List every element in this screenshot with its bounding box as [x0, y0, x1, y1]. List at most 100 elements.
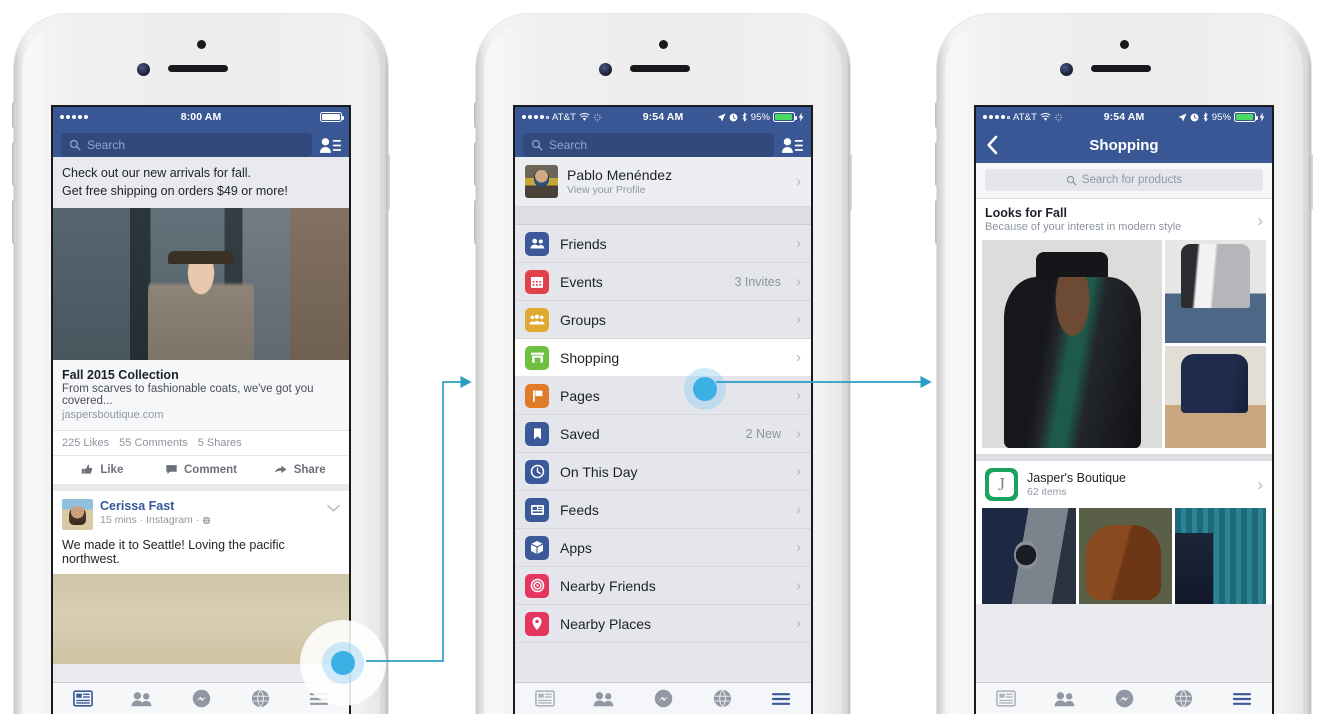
product-grid[interactable]	[976, 240, 1272, 454]
mute-switch[interactable]	[935, 102, 939, 128]
signal-strength-icon	[522, 115, 549, 119]
profile-row[interactable]: Pablo Menéndez View your Profile ›	[515, 157, 811, 207]
like-count[interactable]: 225 Likes	[62, 437, 109, 449]
like-label: Like	[100, 463, 124, 476]
menu-item-saved[interactable]: Saved 2 New ›	[515, 415, 811, 453]
shopping-content[interactable]: Search for products Looks for Fall Becau…	[976, 163, 1272, 714]
chevron-right-icon: ›	[796, 425, 801, 442]
post-author-name[interactable]: Cerissa Fast	[100, 499, 320, 513]
charging-bolt-icon	[1259, 112, 1265, 122]
product-search-input[interactable]: Search for products	[985, 169, 1263, 191]
power-button[interactable]	[386, 154, 390, 210]
status-post-card[interactable]: Cerissa Fast 15 mins · Instagram · We ma…	[53, 491, 349, 665]
chevron-right-icon: ›	[796, 615, 801, 632]
menu-item-shopping[interactable]: Shopping ›	[515, 339, 811, 377]
volume-down-button[interactable]	[935, 200, 939, 244]
product-thumb-shoes[interactable]	[1078, 508, 1173, 604]
menu-item-apps[interactable]: Apps ›	[515, 529, 811, 567]
tab-notifications[interactable]	[693, 683, 752, 714]
status-bar: 8:00 AM	[53, 107, 349, 127]
volume-up-button[interactable]	[935, 142, 939, 186]
product-thumb-watch[interactable]	[982, 508, 1076, 604]
menu-item-events[interactable]: Events 3 Invites ›	[515, 263, 811, 301]
proximity-sensor-icon	[659, 40, 668, 49]
post-options-chevron-icon[interactable]	[327, 504, 340, 513]
section-header-looks-for-fall[interactable]: Looks for Fall Because of your interest …	[976, 199, 1272, 240]
tab-friend-requests[interactable]	[112, 683, 171, 714]
menu-item-on-this-day[interactable]: On This Day ›	[515, 453, 811, 491]
tab-messenger[interactable]	[1094, 683, 1153, 714]
menu-item-feeds[interactable]: Feeds ›	[515, 491, 811, 529]
menu-section-gap	[515, 207, 811, 225]
volume-up-button[interactable]	[474, 142, 478, 186]
search-icon	[1066, 175, 1077, 186]
menu-item-groups[interactable]: Groups ›	[515, 301, 811, 339]
link-post-card[interactable]: Fall 2015 Collection From scarves to fas…	[53, 208, 349, 485]
tab-messenger[interactable]	[171, 683, 230, 714]
back-chevron-icon[interactable]	[986, 135, 998, 155]
product-image-hoodie[interactable]	[1165, 240, 1266, 343]
promo-line-2: Get free shipping on orders $49 or more!	[62, 184, 288, 199]
tab-menu[interactable]	[752, 683, 811, 714]
news-feed-list[interactable]: Check out our new arrivals for fall. Get…	[53, 157, 349, 714]
store-item-count: 62 items	[1027, 486, 1067, 498]
status-time: 9:54 AM	[1103, 111, 1145, 123]
news-feed-icon	[72, 690, 93, 707]
tap-indicator-menu[interactable]	[322, 642, 364, 684]
tab-menu[interactable]	[1213, 683, 1272, 714]
mute-switch[interactable]	[474, 102, 478, 128]
comment-button[interactable]: Comment	[152, 463, 251, 476]
power-button[interactable]	[848, 154, 852, 210]
avatar[interactable]	[525, 165, 558, 198]
product-image-henley[interactable]	[1165, 345, 1266, 448]
menu-item-pages[interactable]: Pages ›	[515, 377, 811, 415]
tab-news-feed[interactable]	[515, 683, 574, 714]
tab-messenger[interactable]	[633, 683, 692, 714]
tab-news-feed[interactable]	[53, 683, 112, 714]
battery-percent: 95%	[750, 111, 771, 123]
menu-item-nearby-places[interactable]: Nearby Places ›	[515, 605, 811, 643]
menu-item-friends[interactable]: Friends ›	[515, 225, 811, 263]
product-image-hero[interactable]	[982, 240, 1163, 448]
flag-icon	[525, 383, 549, 408]
menu-item-badge: 2 New	[745, 426, 781, 441]
like-button[interactable]: Like	[53, 463, 152, 476]
store-product-thumbnails[interactable]	[976, 508, 1272, 604]
avatar[interactable]	[62, 499, 93, 531]
friend-requests-icon[interactable]	[319, 136, 341, 155]
friends-icon	[593, 691, 614, 706]
share-button[interactable]: Share	[250, 463, 349, 476]
comment-label: Comment	[183, 463, 238, 476]
volume-down-button[interactable]	[12, 200, 16, 244]
tab-friend-requests[interactable]	[574, 683, 633, 714]
volume-down-button[interactable]	[474, 200, 478, 244]
share-count[interactable]: 5 Shares	[198, 437, 242, 449]
earpiece-speaker	[630, 65, 690, 72]
hamburger-menu-icon	[772, 692, 791, 705]
tap-indicator-shopping[interactable]	[684, 368, 726, 410]
tab-bar	[515, 682, 811, 714]
search-input[interactable]: Search	[523, 133, 774, 157]
power-button[interactable]	[1309, 154, 1313, 210]
volume-up-button[interactable]	[12, 142, 16, 186]
chevron-right-icon: ›	[796, 349, 801, 366]
comment-count[interactable]: 55 Comments	[119, 437, 187, 449]
chevron-right-icon: ›	[1257, 211, 1263, 230]
front-camera-icon	[137, 63, 150, 76]
tab-news-feed[interactable]	[976, 683, 1035, 714]
menu-item-label: Shopping	[560, 349, 620, 366]
post-photo[interactable]	[53, 208, 349, 361]
friend-requests-icon[interactable]	[781, 136, 803, 155]
link-preview[interactable]: Fall 2015 Collection From scarves to fas…	[53, 360, 349, 432]
status-left: AT&T	[522, 112, 643, 123]
tab-notifications[interactable]	[231, 683, 290, 714]
product-thumb-shirt[interactable]	[1175, 508, 1266, 604]
tab-friend-requests[interactable]	[1035, 683, 1094, 714]
section-title: Looks for Fall	[985, 206, 1067, 220]
menu-item-nearby-friends[interactable]: Nearby Friends ›	[515, 567, 811, 605]
tab-notifications[interactable]	[1154, 683, 1213, 714]
menu-list[interactable]: Pablo Menéndez View your Profile › Frien…	[515, 157, 811, 714]
store-row-jaspers-boutique[interactable]: J Jasper's Boutique 62 items ›	[976, 461, 1272, 508]
mute-switch[interactable]	[12, 102, 16, 128]
search-input[interactable]: Search	[61, 133, 312, 157]
